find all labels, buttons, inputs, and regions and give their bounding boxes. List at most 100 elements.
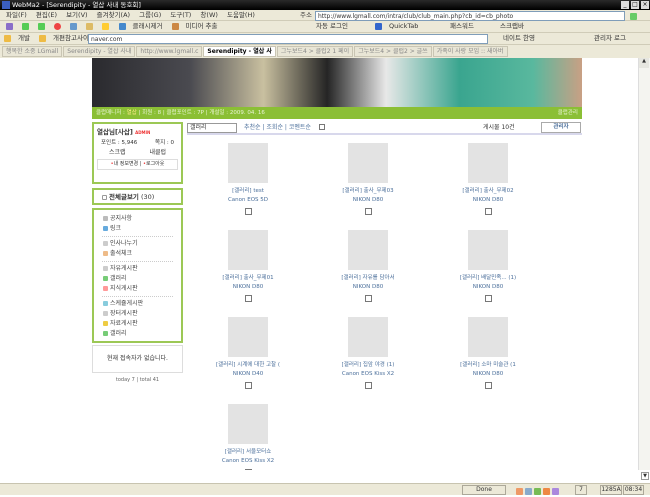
thumbnail-image[interactable] [468, 317, 508, 357]
menu-help[interactable]: 도움말(H) [227, 11, 255, 19]
post-title-link[interactable]: [갤러리] 출사_무제02 [433, 187, 543, 196]
tab[interactable]: 그누보드4 > 클럽2 1 페이 [276, 46, 354, 57]
tab[interactable]: 행복한 소중 LGmall [2, 46, 63, 57]
thumbnail-image[interactable] [468, 143, 508, 183]
select-checkbox[interactable] [484, 208, 492, 215]
thumbnail-image[interactable] [228, 230, 268, 270]
tab[interactable]: Serendipity - 열삽 사내 [63, 46, 136, 57]
post-title-link[interactable]: [갤러리] 집앞 야경 (1) [313, 361, 423, 370]
edit-info-link[interactable]: 내 정보변경 [114, 161, 139, 167]
post-title-link[interactable]: [갤러리] test [193, 187, 303, 196]
link-reference[interactable]: 개편참고사이 [53, 34, 89, 42]
select-checkbox[interactable] [244, 208, 252, 215]
sidebar-board-item[interactable]: 인사나누기 [98, 239, 177, 249]
go-icon[interactable] [630, 13, 637, 20]
link-dev[interactable]: 개발 [18, 34, 30, 42]
capture-button[interactable]: 클래시제거 [133, 22, 163, 30]
password-button[interactable]: 패스워드 [450, 21, 474, 32]
tab-active[interactable]: Serendipity - 열삽 사 [203, 46, 276, 57]
scrap-link[interactable]: 스크랩 [109, 148, 126, 157]
forward-icon[interactable] [38, 22, 46, 30]
home-icon[interactable] [86, 22, 94, 30]
thumbnail-image[interactable] [348, 230, 388, 270]
sort-views[interactable]: 조회순 [266, 124, 283, 131]
sidebar-board-item[interactable]: 자유게시판 [98, 264, 177, 274]
post-title-link[interactable]: [갤러리] 시계에 대한 고찰 ( [193, 361, 303, 370]
thumbnail-image[interactable] [228, 404, 268, 444]
admin-button[interactable]: 관리자 [541, 122, 581, 133]
search-input[interactable]: naver.com [88, 34, 488, 44]
thumbnail-image[interactable] [228, 317, 268, 357]
stop-icon[interactable] [54, 22, 62, 30]
sidebar-board-item[interactable]: 공지사항 [98, 214, 177, 224]
sidebar-board-item[interactable]: 갤러리 [98, 329, 177, 339]
tab[interactable]: 그누보드4 > 클럽2 > 글쓰 [354, 46, 432, 57]
profile-name: 열삽님[사삽] [97, 128, 133, 136]
post-title-link[interactable]: [갤러리] 서울모터쇼 [193, 448, 303, 457]
quicktab-button[interactable]: QuickTab [389, 22, 418, 30]
vertical-scrollbar[interactable]: ▲ [638, 58, 650, 470]
sidebar-board-item[interactable]: 스케쥴게시판 [98, 299, 177, 309]
address-input[interactable]: http://www.lgmall.com/intra/club/club_ma… [315, 11, 625, 21]
menu-edit[interactable]: 편집(E) [36, 11, 57, 19]
sidebar-board-item[interactable]: 장터게시판 [98, 309, 177, 319]
filter-checkbox[interactable] [319, 124, 325, 130]
select-checkbox[interactable] [484, 295, 492, 302]
close-button[interactable]: × [641, 1, 649, 9]
menu-group[interactable]: 그룹(G) [139, 11, 161, 19]
post-title-link[interactable]: [갤러리] 배달민족... (1) [433, 274, 543, 283]
select-checkbox[interactable] [244, 295, 252, 302]
sidebar-board-item[interactable]: 지식게시판 [98, 284, 177, 294]
sidebar-board-item[interactable]: 자료게시판 [98, 319, 177, 329]
manager-link[interactable]: 열삽 [127, 110, 137, 116]
dropdown-arrow[interactable]: ▼ [641, 472, 649, 480]
menu-favorites[interactable]: 즐겨찾기(A) [97, 11, 130, 19]
menu-file[interactable]: 파일(F) [6, 11, 27, 19]
thumbnail-image[interactable] [468, 230, 508, 270]
sidebar-board-item[interactable]: 링크 [98, 224, 177, 234]
select-checkbox[interactable] [244, 382, 252, 389]
post-title-link[interactable]: [갤러리] 출사_무제03 [313, 187, 423, 196]
myclub-link[interactable]: 내클럽 [149, 148, 166, 157]
profile-notes[interactable]: 쪽지 : 0 [155, 138, 174, 148]
all-posts-link[interactable]: 전체글보기 [109, 193, 139, 201]
favorites-icon[interactable] [102, 22, 110, 30]
thumbnail-image[interactable] [228, 143, 268, 183]
back-icon[interactable] [22, 22, 30, 30]
select-checkbox[interactable] [364, 382, 372, 389]
club-manage-link[interactable]: 클럽관리 [558, 107, 578, 119]
media-button[interactable]: 미디어 추출 [186, 22, 218, 30]
divider [102, 296, 173, 297]
menu-window[interactable]: 창(W) [200, 11, 217, 19]
board-select[interactable]: 갤러리 [187, 123, 237, 133]
select-checkbox[interactable] [364, 295, 372, 302]
thumbnail-image[interactable] [348, 143, 388, 183]
post-title-link[interactable]: [갤러리] 자유를 담아서 [313, 274, 423, 283]
post-title-link[interactable]: [갤러리] 소마 미술관 (1 [433, 361, 543, 370]
select-checkbox[interactable] [364, 208, 372, 215]
admin-login-link[interactable]: 관리자 로그 [594, 33, 626, 44]
select-checkbox[interactable] [484, 382, 492, 389]
thumbnail-image[interactable] [348, 317, 388, 357]
maximize-button[interactable]: □ [631, 1, 639, 9]
sort-recommend[interactable]: 추천순 [244, 124, 261, 131]
all-posts-box[interactable]: 전체글보기 (30) [92, 188, 183, 205]
tab[interactable]: http://www.lgmall.c [136, 46, 203, 57]
scrap-button[interactable]: 스크랩바 [500, 21, 524, 32]
refresh-icon[interactable] [70, 22, 78, 30]
menu-tools[interactable]: 도구(T) [170, 11, 191, 19]
camera-model: NIKON D80 [472, 197, 504, 203]
menu-view[interactable]: 보기(V) [66, 11, 87, 19]
translate-select[interactable]: 네이트 한영 [503, 33, 535, 44]
sort-comments[interactable]: 코멘트순 [289, 124, 311, 131]
logo-icon[interactable] [6, 22, 13, 30]
board-icon [103, 226, 108, 231]
sidebar-board-item[interactable]: 갤러리 [98, 274, 177, 284]
minimize-button[interactable]: _ [621, 1, 629, 9]
sidebar-board-item[interactable]: 출석체크 [98, 249, 177, 259]
scroll-up-arrow[interactable]: ▲ [639, 58, 649, 68]
tab[interactable]: 가족이 사랑 모임 :: 새아버 [432, 46, 508, 57]
post-title-link[interactable]: [갤러리] 출사_무제01 [193, 274, 303, 283]
logout-link[interactable]: 로그아웃 [146, 161, 164, 167]
autologin-button[interactable]: 자동 로그인 [316, 21, 348, 32]
